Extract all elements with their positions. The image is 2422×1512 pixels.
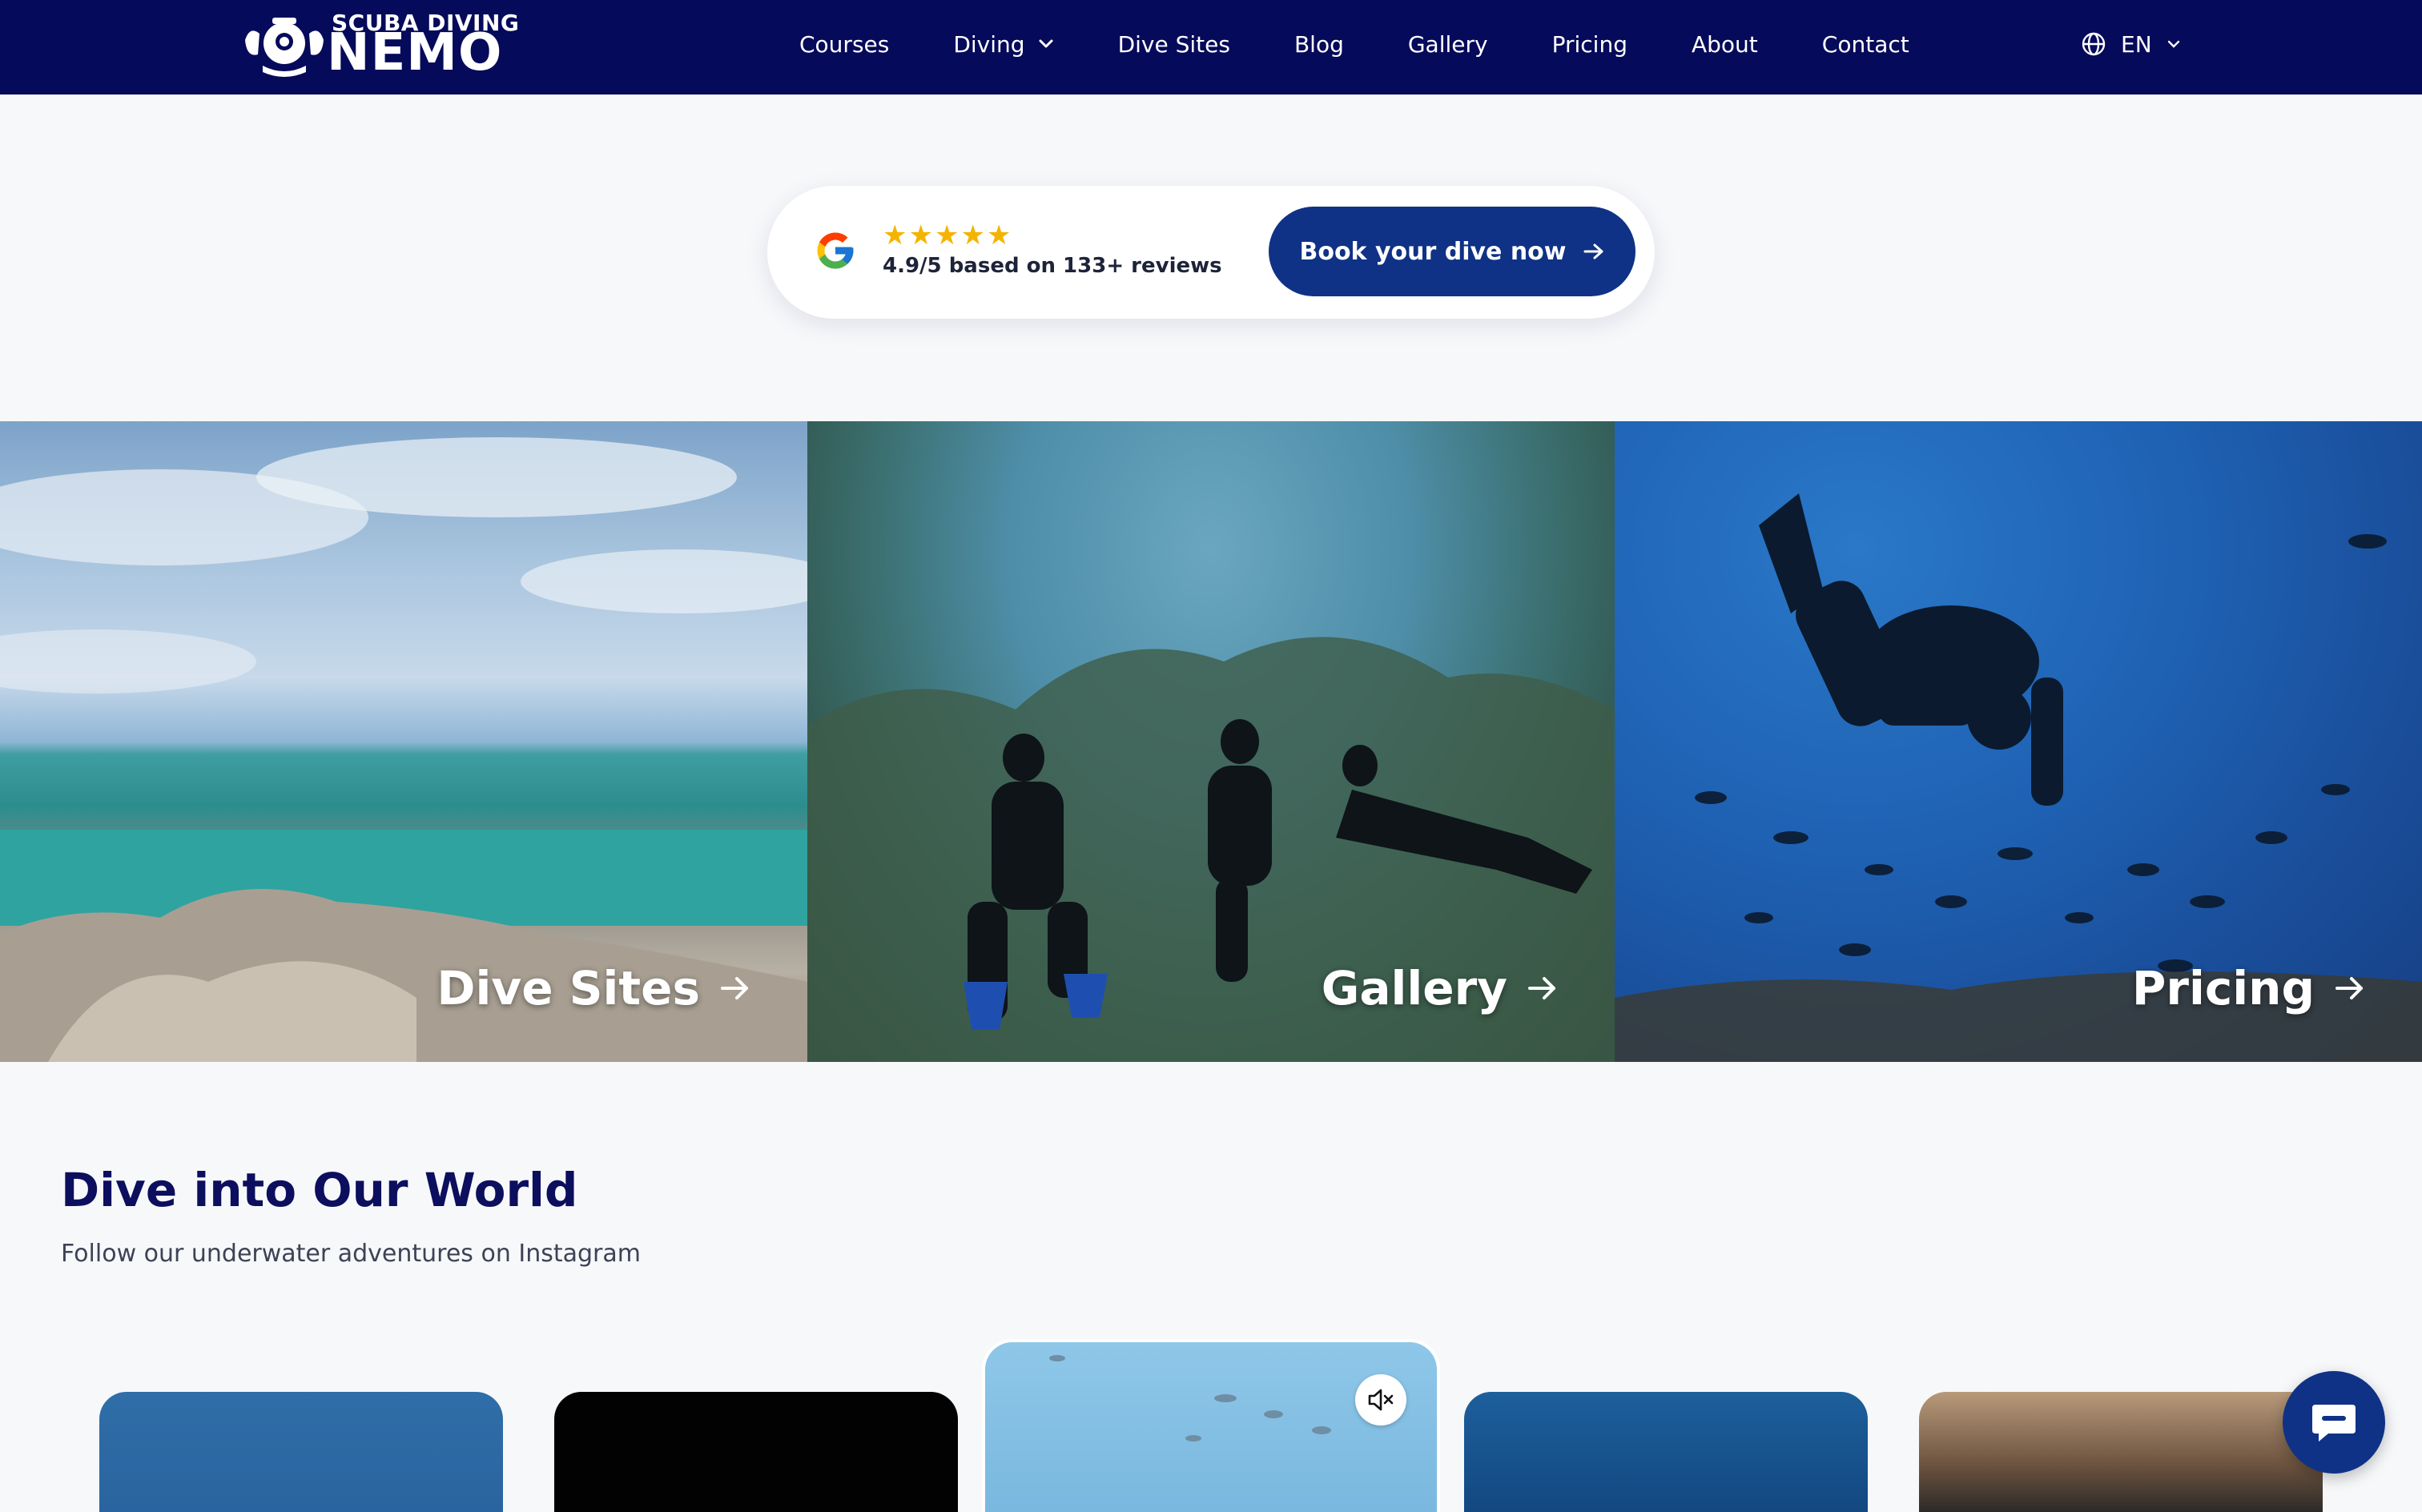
nav-item-label: Courses [799, 30, 890, 58]
nav-item-blog[interactable]: Blog [1294, 31, 1344, 58]
tile-title: Dive Sites [437, 961, 700, 1015]
nav-item-label: Gallery [1407, 30, 1488, 58]
instagram-post[interactable] [1464, 1392, 1868, 1512]
nav-item-diving[interactable]: Diving [953, 31, 1053, 58]
nav-item-courses[interactable]: Courses [799, 31, 889, 58]
nav-menu: Courses Diving Dive Sites Blog Gallery P… [799, 0, 1909, 88]
tile-title: Pricing [2131, 961, 2315, 1015]
tile-gallery[interactable]: Gallery [807, 421, 1615, 1062]
nav-item-about[interactable]: About [1692, 31, 1758, 58]
tile-title: Gallery [1321, 961, 1507, 1015]
instagram-post[interactable] [1919, 1392, 2323, 1512]
nav-item-contact[interactable]: Contact [1822, 31, 1909, 58]
feature-tiles: Dive Sites Gallery Pricing [0, 421, 2422, 1062]
nav-item-label: About [1691, 30, 1758, 58]
language-label: EN [2121, 30, 2152, 58]
review-card: ★★★★★ 4.9/5 based on 133+ reviews Book y… [767, 186, 1655, 319]
tile-dive-sites[interactable]: Dive Sites [0, 421, 807, 1062]
globe-icon [2082, 32, 2106, 56]
top-navigation: SCUBA DIVING NEMO Courses Diving Dive Si… [0, 0, 2422, 94]
tile-label: Pricing [2132, 961, 2366, 1015]
arrow-right-icon [2336, 977, 2363, 999]
diver-helmet-icon [245, 18, 324, 77]
nav-item-dive-sites[interactable]: Dive Sites [1118, 31, 1230, 58]
nav-item-label: Contact [1821, 30, 1909, 58]
nav-item-gallery[interactable]: Gallery [1408, 31, 1488, 58]
site-logo[interactable]: SCUBA DIVING NEMO [240, 10, 519, 82]
arrow-right-icon [1583, 243, 1603, 259]
google-icon [817, 232, 854, 269]
arrow-right-icon [1528, 977, 1555, 999]
book-dive-button[interactable]: Book your dive now [1269, 207, 1635, 296]
chat-button[interactable] [2283, 1371, 2385, 1474]
arrow-right-icon [721, 977, 748, 999]
instagram-post-active[interactable] [985, 1342, 1437, 1512]
nav-item-label: Diving [953, 30, 1025, 58]
nav-item-pricing[interactable]: Pricing [1552, 31, 1627, 58]
language-selector[interactable]: EN [2081, 0, 2181, 88]
mute-icon [1368, 1389, 1394, 1411]
chevron-down-icon [1039, 39, 1053, 48]
instagram-post[interactable] [554, 1392, 958, 1512]
mute-button[interactable] [1355, 1374, 1406, 1426]
tile-label: Dive Sites [437, 961, 751, 1015]
chevron-down-icon [2167, 40, 2179, 48]
instagram-post[interactable] [99, 1392, 503, 1512]
nav-item-label: Dive Sites [1117, 30, 1230, 58]
book-dive-label: Book your dive now [1299, 237, 1567, 266]
rating-text: 4.9/5 based on 133+ reviews [883, 254, 1222, 278]
star-rating: ★★★★★ [883, 219, 1013, 251]
section-subtitle: Follow our underwater adventures on Inst… [61, 1240, 641, 1268]
fish-school-image [1049, 1355, 1331, 1442]
logo-name: NEMO [327, 23, 503, 82]
nav-item-label: Pricing [1551, 30, 1627, 58]
section-title: Dive into Our World [61, 1163, 578, 1217]
tile-pricing[interactable]: Pricing [1615, 421, 2422, 1062]
chat-icon [2312, 1405, 2356, 1442]
tile-label: Gallery [1322, 961, 1559, 1015]
nav-item-label: Blog [1293, 30, 1344, 58]
